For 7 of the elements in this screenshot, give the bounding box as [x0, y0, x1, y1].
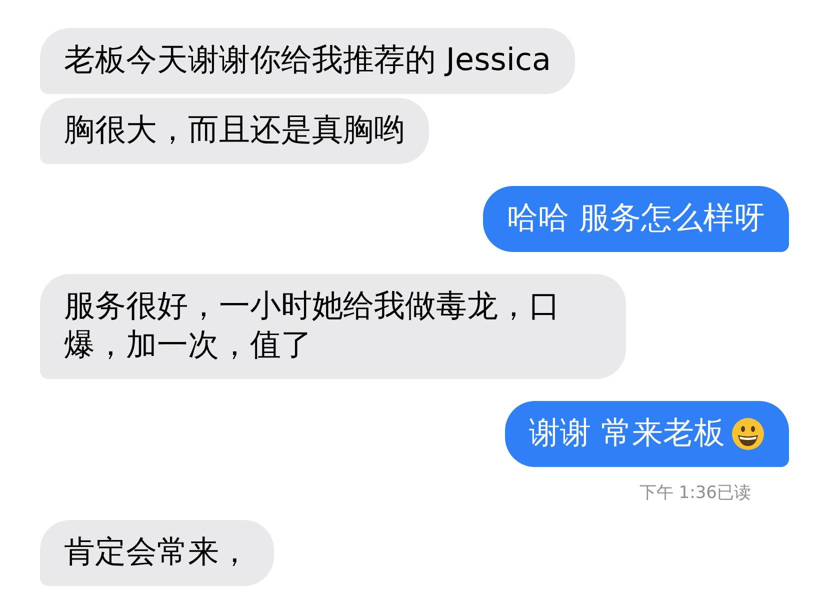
message-bubble: 哈哈 服务怎么样呀	[483, 186, 789, 252]
message-bubble: 肯定会常来，	[40, 520, 274, 586]
message-bubble: 谢谢 常来老板	[505, 401, 789, 467]
message-bubble: 老板今天谢谢你给我推荐的 Jessica	[40, 28, 576, 94]
read-receipt: 下午 1:36已读	[639, 482, 751, 504]
message-bubble: 胸很大，而且还是真胸哟	[40, 98, 429, 164]
message-bubble: 服务很好，一小时她给我做毒龙，口爆，加一次，值了	[40, 274, 626, 379]
